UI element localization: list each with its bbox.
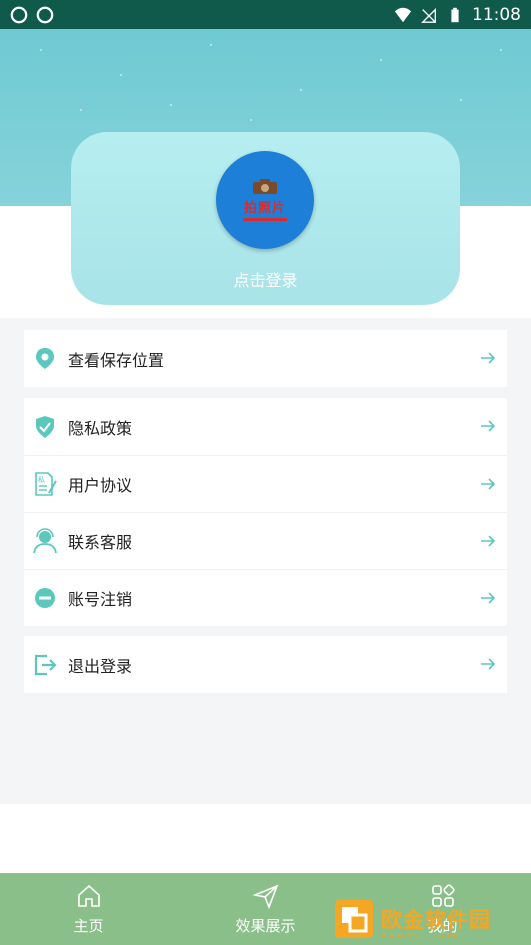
wifi-icon: [394, 7, 412, 22]
menu-item-customer-service[interactable]: 联系客服: [24, 512, 507, 569]
shield-check-icon: [32, 414, 58, 440]
arrow-right-icon: [481, 420, 496, 432]
menu-item-logout[interactable]: 退出登录: [24, 636, 507, 693]
menu-item-delete-account[interactable]: 账号注销: [24, 569, 507, 626]
menu-item-label: 退出登录: [68, 656, 133, 676]
status-bar: 11:08: [0, 0, 531, 29]
menu-item-privacy-policy[interactable]: 隐私政策: [24, 398, 507, 455]
logout-icon: [32, 652, 58, 678]
nav-label: 效果展示: [235, 916, 296, 935]
customer-service-icon: [32, 528, 58, 554]
watermark-logo-icon: [335, 900, 373, 938]
nav-label: 主页: [73, 916, 104, 935]
watermark-url: www.ouj....com: [381, 931, 463, 939]
profile-card[interactable]: 拍照片 点击登录: [71, 132, 460, 305]
menu-item-label: 账号注销: [68, 590, 133, 609]
login-text[interactable]: 点击登录: [71, 267, 460, 291]
logo-text: 拍照片: [243, 201, 286, 216]
nav-item-home[interactable]: 主页: [0, 873, 177, 945]
logo-underline: [243, 218, 287, 221]
arrow-right-icon: [481, 535, 496, 547]
status-time: 11:08: [472, 4, 521, 25]
camera-icon: [253, 179, 277, 194]
home-icon: [77, 884, 100, 907]
avatar[interactable]: 拍照片: [216, 151, 314, 249]
arrow-right-icon: [481, 478, 496, 490]
menu-item-save-location[interactable]: 查看保存位置: [24, 330, 507, 387]
menu-item-label: 联系客服: [68, 533, 133, 552]
nav-item-showcase[interactable]: 效果展示: [177, 873, 354, 945]
arrow-right-icon: [481, 658, 496, 670]
watermark-text: 欧金软件园: [381, 908, 491, 932]
menu-group-logout: 退出登录: [24, 636, 507, 693]
menu-group-account: 隐私政策 私 用户协议 联系客服 账号注销: [24, 398, 507, 626]
arrow-right-icon: [481, 592, 496, 604]
menu-group-storage: 查看保存位置: [24, 330, 507, 387]
arrow-right-icon: [481, 352, 496, 364]
send-icon: [252, 884, 278, 909]
menu-item-user-agreement[interactable]: 私 用户协议: [24, 455, 507, 512]
menu-item-label: 隐私政策: [68, 418, 133, 438]
no-signal-icon: [421, 7, 436, 23]
location-pin-icon: [32, 346, 58, 372]
menu-item-label: 用户协议: [68, 476, 133, 495]
sync-icon: [10, 6, 28, 23]
battery-icon: [451, 7, 459, 22]
watermark: 欧金软件园 www.ouj....com: [333, 893, 531, 945]
svg-text:私: 私: [38, 475, 45, 484]
menu-item-label: 查看保存位置: [68, 350, 165, 370]
minus-circle-icon: [32, 585, 58, 611]
sync-icon: [36, 6, 54, 23]
document-icon: 私: [32, 471, 58, 497]
